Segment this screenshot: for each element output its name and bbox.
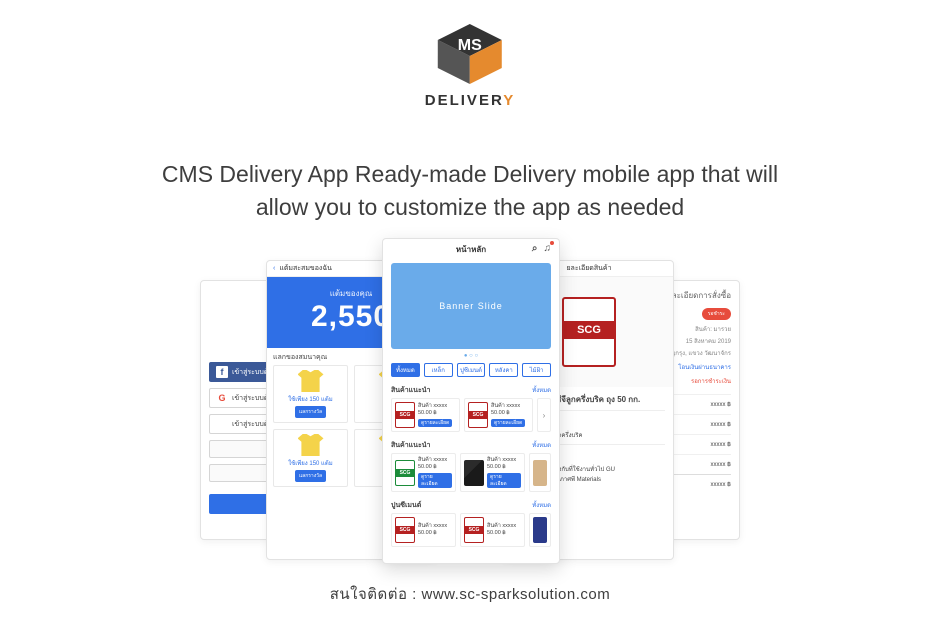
footer-contact: สนใจติดต่อ : www.sc-sparksolution.com — [0, 582, 940, 606]
screenshots-stage: SHOP f เข้าสู่ระบบด้วย G เข้าสู่ระบบด้วย… — [0, 238, 940, 568]
reward-cost: ใช้เพียง 150 แต้ม — [288, 394, 333, 404]
product-price: 50.00 ฿ — [487, 530, 516, 537]
product-card[interactable]: สินค้า xxxxx 50.00 ฿ ดูรายละเอียด — [460, 453, 525, 492]
search-icon[interactable]: ⌕ — [532, 243, 538, 254]
shirt-icon — [298, 434, 324, 456]
shirt-icon — [298, 370, 324, 392]
logo-text-accent: Y — [503, 92, 515, 109]
facebook-icon: f — [216, 366, 228, 378]
see-all-link[interactable]: ทั้งหมด — [532, 385, 551, 396]
logo-text-main: DELIVER — [425, 92, 503, 109]
tab-cement[interactable]: ปูซีเมนต์ — [457, 363, 486, 377]
footer-label: สนใจติดต่อ : — [330, 586, 422, 603]
bell-icon[interactable]: ♫ — [544, 243, 552, 254]
product-card[interactable]: สินค้า xxxxx 50.00 ฿ ดูรายละเอียด — [464, 398, 533, 432]
product-price: 50.00 ฿ — [418, 464, 452, 471]
footer-site[interactable]: www.sc-sparksolution.com — [422, 586, 611, 603]
see-all-link[interactable]: ทั้งหมด — [532, 440, 551, 451]
redeem-button[interactable]: แลกรางวัล — [295, 406, 326, 418]
plank-icon — [464, 460, 484, 486]
logo-cube-icon: MS — [430, 22, 510, 86]
home-title: หน้าหลัก — [456, 243, 486, 256]
apple-icon — [216, 418, 228, 430]
home-section-title: สินค้าแนะนำ — [391, 385, 430, 396]
product-card[interactable] — [529, 513, 551, 547]
tab-roof[interactable]: หลังคา — [489, 363, 518, 377]
order-amount: xxxxx ฿ — [711, 461, 731, 468]
wood-icon — [533, 460, 547, 486]
chevron-right-icon[interactable]: › — [537, 398, 551, 432]
redeem-button[interactable]: แลกรางวัล — [295, 470, 326, 482]
product-detail-button[interactable]: ดูรายละเอียด — [418, 473, 452, 488]
scg-bag-icon — [468, 402, 488, 428]
scg-bag-icon — [395, 460, 415, 486]
product-detail-button[interactable]: ดูรายละเอียด — [418, 419, 452, 428]
scg-bag-icon — [395, 517, 415, 543]
google-icon: G — [216, 392, 228, 404]
scg-bag-icon — [562, 297, 616, 367]
product-name: สินค้า xxxxx — [418, 403, 452, 410]
product-price: 50.00 ฿ — [418, 530, 447, 537]
see-all-link[interactable]: ทั้งหมด — [532, 500, 551, 511]
product-detail-button[interactable]: ดูรายละเอียด — [491, 419, 525, 428]
scg-bag-icon — [464, 517, 484, 543]
svg-text:MS: MS — [458, 37, 482, 54]
home-section-title: ปูนซีเมนต์ — [391, 500, 421, 511]
product-card[interactable] — [529, 453, 551, 492]
product-price: 50.00 ฿ — [491, 410, 525, 417]
product-card[interactable]: สินค้า xxxxx 50.00 ฿ ดูรายละเอียด — [391, 398, 460, 432]
order-status-badge: รอชำระ — [702, 308, 731, 320]
back-icon[interactable]: ‹ — [273, 265, 275, 272]
reward-card[interactable]: ใช้เพียง 150 แต้ม แลกรางวัล — [273, 429, 348, 487]
order-grand-total: xxxxx ฿ — [711, 481, 731, 491]
order-amount: xxxxx ฿ — [711, 401, 731, 408]
tab-steel[interactable]: เหล็ก — [424, 363, 453, 377]
product-card[interactable]: สินค้า xxxxx 50.00 ฿ ดูรายละเอียด — [391, 453, 456, 492]
detail-title: ยละเอียดสินค้า — [566, 263, 611, 274]
product-detail-button[interactable]: ดูรายละเอียด — [487, 473, 521, 488]
reward-cost: ใช้เพียง 150 แต้ม — [288, 458, 333, 468]
product-name: สินค้า xxxxx — [491, 403, 525, 410]
home-section-title: สินค้าแนะนำ — [391, 440, 430, 451]
reward-card[interactable]: ใช้เพียง 150 แต้ม แลกรางวัล — [273, 365, 348, 423]
product-card[interactable]: สินค้า xxxxx 50.00 ฿ — [460, 513, 525, 547]
cement-icon — [533, 517, 547, 543]
tab-all[interactable]: ทั้งหมด — [391, 363, 420, 377]
home-banner[interactable]: Banner Slide — [391, 263, 551, 349]
panel-home: หน้าหลัก ⌕ ♫ Banner Slide ● ○ ○ ทั้งหมด … — [382, 238, 560, 564]
product-price: 50.00 ฿ — [418, 410, 452, 417]
scg-bag-icon — [395, 402, 415, 428]
points-header: แต้มสะสมของฉัน — [279, 263, 332, 274]
product-price: 50.00 ฿ — [487, 464, 521, 471]
product-card[interactable]: สินค้า xxxxx 50.00 ฿ — [391, 513, 456, 547]
home-tabs: ทั้งหมด เหล็ก ปูซีเมนต์ หลังคา ไม้ฝ้า — [383, 359, 559, 381]
order-amount: xxxxx ฿ — [711, 441, 731, 448]
page-headline: CMS Delivery App Ready-made Delivery mob… — [150, 158, 790, 225]
order-amount: xxxxx ฿ — [711, 421, 731, 428]
brand-logo: MS DELIVERY — [425, 22, 515, 109]
tab-wood[interactable]: ไม้ฝ้า — [522, 363, 551, 377]
